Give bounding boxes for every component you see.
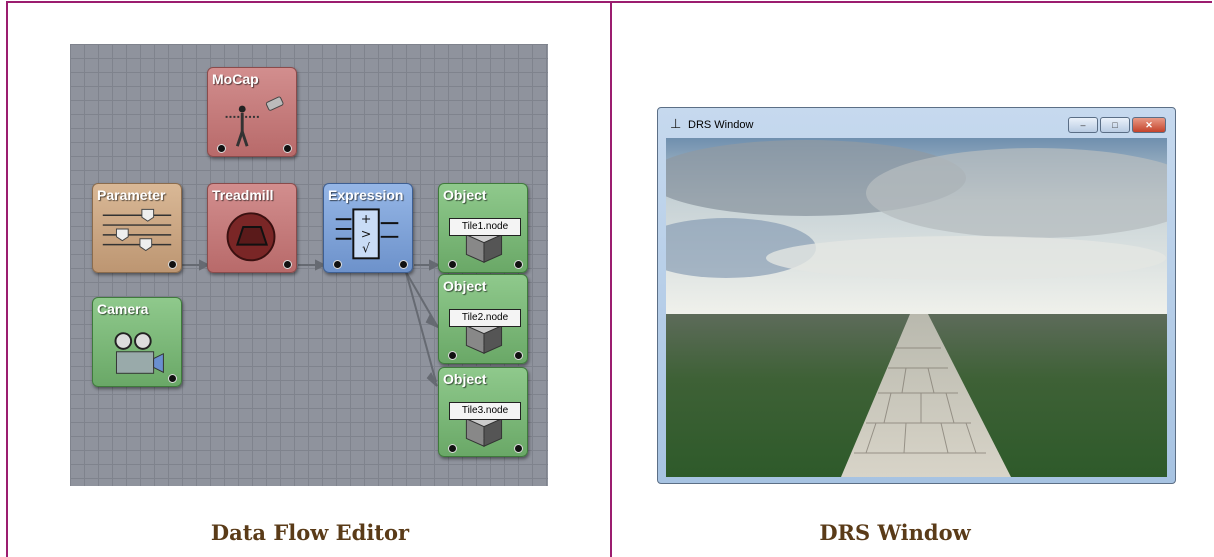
input-port[interactable] (448, 351, 457, 360)
object-node-1[interactable]: Object Tile1.node (438, 183, 528, 273)
svg-text:+: + (361, 211, 372, 226)
sliders-icon (102, 208, 172, 252)
connection-line (405, 271, 437, 325)
output-port[interactable] (399, 260, 408, 269)
output-port[interactable] (168, 374, 177, 383)
object-node-3[interactable]: Object Tile3.node (438, 367, 528, 457)
close-button[interactable]: ✕ (1132, 117, 1166, 133)
output-port[interactable] (283, 144, 292, 153)
input-port[interactable] (448, 444, 457, 453)
scene-render (666, 138, 1167, 477)
mocap-node[interactable]: MoCap (207, 67, 297, 157)
3d-viewport[interactable] (666, 138, 1167, 477)
treadmill-icon (226, 212, 276, 262)
object-node-2[interactable]: Object Tile2.node (438, 274, 528, 364)
tile3-node-label[interactable]: Tile3.node (449, 402, 521, 420)
minimize-button[interactable]: – (1068, 117, 1098, 133)
figure-icon: ⊥ (670, 116, 682, 131)
output-port[interactable] (514, 260, 523, 269)
svg-text:√: √ (362, 240, 371, 255)
output-port[interactable] (283, 260, 292, 269)
output-port[interactable] (168, 260, 177, 269)
mocap-figure-icon (225, 96, 284, 147)
camera-icon (114, 332, 164, 374)
expression-node[interactable]: Expression + > √ (323, 183, 413, 273)
window-title: DRS Window (688, 119, 754, 131)
input-port[interactable] (333, 260, 342, 269)
parameter-node[interactable]: Parameter (92, 183, 182, 273)
camera-node[interactable]: Camera (92, 297, 182, 387)
drs-window[interactable]: ⊥ DRS Window – □ ✕ (657, 107, 1176, 484)
input-port[interactable] (217, 144, 226, 153)
drs-window-caption: DRS Window (819, 520, 971, 545)
input-port[interactable] (448, 260, 457, 269)
svg-text:>: > (361, 226, 372, 241)
tile1-node-label[interactable]: Tile1.node (449, 218, 521, 236)
output-port[interactable] (514, 444, 523, 453)
arrow-icon (429, 259, 441, 271)
panel-divider (610, 1, 612, 557)
data-flow-editor[interactable]: MoCap Parameter Treadmill Expression + >… (70, 44, 548, 486)
treadmill-node[interactable]: Treadmill (207, 183, 297, 273)
expression-icon: + > √ (335, 208, 399, 260)
connection-line (405, 271, 437, 383)
maximize-button[interactable]: □ (1100, 117, 1130, 133)
tile2-node-label[interactable]: Tile2.node (449, 309, 521, 327)
cloud (766, 236, 1166, 280)
output-port[interactable] (514, 351, 523, 360)
data-flow-editor-caption: Data Flow Editor (210, 520, 410, 545)
